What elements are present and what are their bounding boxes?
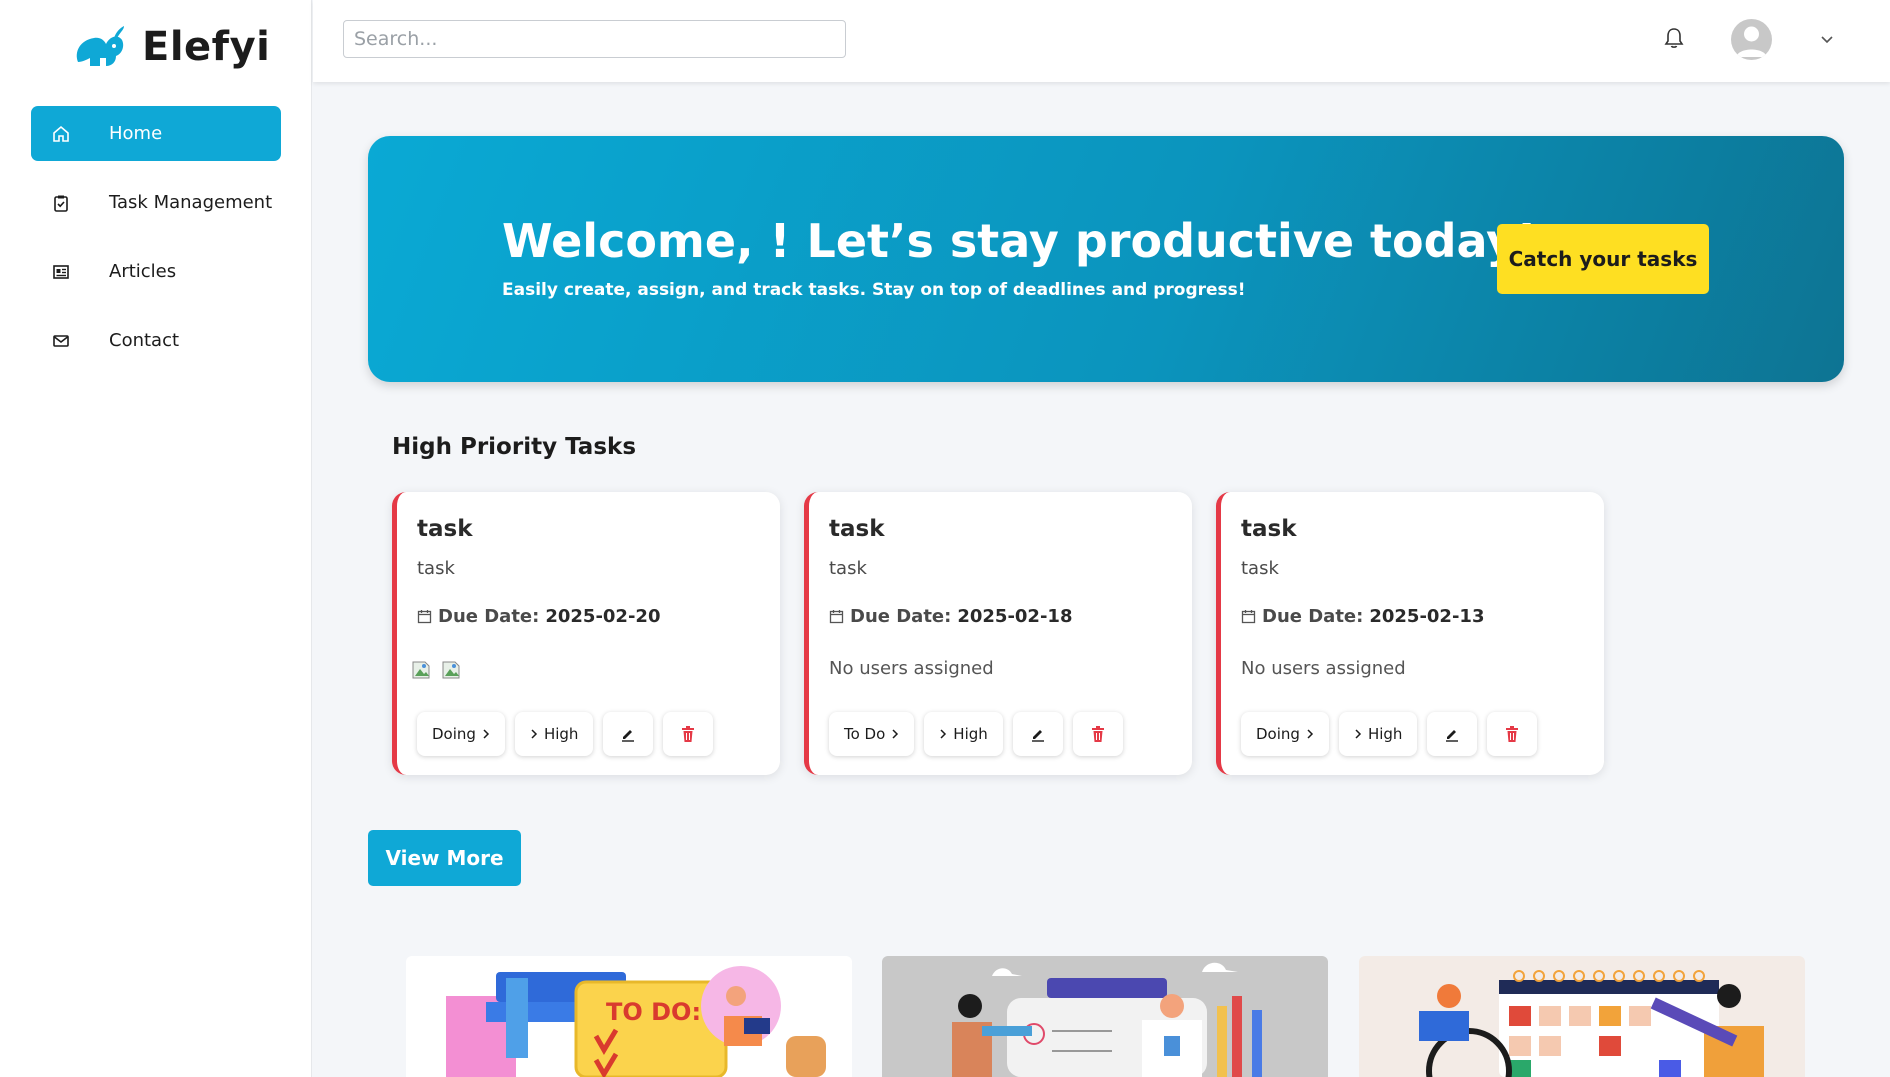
chevron-right-icon: [531, 729, 537, 739]
due-date-label: Due Date:: [1262, 606, 1364, 627]
chevron-down-icon[interactable]: [1818, 30, 1836, 48]
chevron-right-icon: [1355, 729, 1361, 739]
todo-text: TO DO:: [606, 998, 701, 1026]
pencil-icon: [1031, 730, 1044, 742]
newspaper-icon: [51, 262, 71, 282]
pencil-icon: [1446, 730, 1459, 742]
no-users-text: No users assigned: [829, 658, 994, 679]
delete-button[interactable]: [1072, 712, 1123, 756]
priority-label: High: [953, 725, 988, 743]
trash-icon: [1506, 726, 1519, 742]
edit-button[interactable]: [1427, 712, 1478, 756]
trash-icon: [682, 726, 695, 742]
edit-button[interactable]: [1012, 712, 1063, 756]
task-actions: Doing High: [417, 712, 714, 756]
bell-icon[interactable]: [1663, 26, 1685, 50]
chevron-right-icon: [940, 729, 947, 739]
due-date-label: Due Date:: [438, 606, 540, 627]
priority-button[interactable]: High: [514, 712, 594, 756]
status-button[interactable]: Doing: [417, 712, 505, 756]
elephant-logo-icon: [76, 26, 124, 66]
search-input[interactable]: [343, 20, 846, 58]
task-actions: Doing High: [1241, 712, 1538, 756]
priority-button[interactable]: High: [1338, 712, 1418, 756]
status-label: To Do: [844, 725, 886, 743]
catch-your-tasks-button[interactable]: Catch your tasks: [1497, 224, 1709, 294]
brand-name: Elefyi: [142, 24, 271, 70]
mail-icon: [51, 331, 71, 351]
task-title: task: [829, 516, 885, 542]
assigned-user-avatars: [411, 658, 463, 688]
task-actions: To Do High: [829, 712, 1123, 756]
chevron-right-icon: [483, 729, 489, 739]
sidebar-nav: Home Task Management Articles Contact: [31, 106, 281, 382]
task-due-date: Due Date: 2025-02-18: [829, 606, 1072, 627]
priority-label: High: [1367, 725, 1403, 743]
due-date-label: Due Date:: [850, 606, 952, 627]
priority-button[interactable]: High: [924, 712, 1003, 756]
user-avatar[interactable]: [1731, 19, 1772, 60]
sidebar-item-label: Task Management: [109, 192, 273, 213]
sidebar-item-task-management[interactable]: Task Management: [31, 175, 281, 230]
task-description: task: [417, 558, 455, 579]
delete-button[interactable]: [1487, 712, 1538, 756]
task-title: task: [1241, 516, 1297, 542]
sidebar-item-contact[interactable]: Contact: [31, 313, 281, 368]
trash-icon: [1091, 726, 1104, 742]
sidebar-item-home[interactable]: Home: [31, 106, 281, 161]
status-button[interactable]: Doing: [1241, 712, 1329, 756]
status-label: Doing: [1256, 725, 1300, 743]
clipboard-check-icon: [51, 193, 71, 213]
hero-subtitle: Easily create, assign, and track tasks. …: [502, 280, 1246, 300]
status-label: Doing: [432, 725, 476, 743]
calendar-icon: [417, 610, 432, 624]
top-bar: [313, 0, 1890, 82]
broken-image-icon: [411, 658, 433, 688]
no-users-text: No users assigned: [1241, 658, 1406, 679]
task-title: task: [417, 516, 473, 542]
status-button[interactable]: To Do: [829, 712, 915, 756]
task-description: task: [829, 558, 867, 579]
task-due-date: Due Date: 2025-02-13: [1241, 606, 1484, 627]
due-date-value: 2025-02-18: [957, 606, 1073, 627]
calendar-illustration: [1359, 956, 1805, 1077]
delete-button[interactable]: [663, 712, 714, 756]
chevron-right-icon: [892, 729, 899, 739]
task-due-date: Due Date: 2025-02-20: [417, 606, 660, 627]
team-planning-illustration: [882, 956, 1328, 1077]
task-card: task task Due Date: 2025-02-18 No users …: [804, 492, 1192, 775]
home-icon: [51, 124, 71, 144]
pencil-icon: [622, 730, 635, 742]
due-date-value: 2025-02-13: [1369, 606, 1485, 627]
section-title-high-priority: High Priority Tasks: [392, 434, 637, 460]
view-more-button[interactable]: View More: [368, 830, 521, 886]
welcome-banner: Welcome, ! Let’s stay productive today! …: [368, 136, 1844, 382]
sidebar-item-label: Articles: [109, 261, 177, 282]
hero-title: Welcome, ! Let’s stay productive today!: [502, 214, 1538, 268]
chevron-right-icon: [1307, 729, 1313, 739]
sidebar: Elefyi Home Task Management Articles Con…: [0, 0, 312, 1077]
sidebar-item-label: Contact: [109, 330, 180, 351]
task-description: task: [1241, 558, 1279, 579]
task-card: task task Due Date: 2025-02-20 Doing Hig…: [392, 492, 780, 775]
sidebar-item-label: Home: [109, 123, 163, 144]
calendar-icon: [1241, 610, 1256, 624]
task-card: task task Due Date: 2025-02-13 No users …: [1216, 492, 1604, 775]
todo-illustration: TO DO:: [406, 956, 852, 1077]
broken-image-icon: [441, 658, 463, 688]
calendar-icon: [829, 610, 844, 624]
due-date-value: 2025-02-20: [545, 606, 661, 627]
sidebar-item-articles[interactable]: Articles: [31, 244, 281, 299]
edit-button[interactable]: [603, 712, 654, 756]
priority-label: High: [543, 725, 579, 743]
brand-logo[interactable]: Elefyi: [70, 22, 270, 72]
